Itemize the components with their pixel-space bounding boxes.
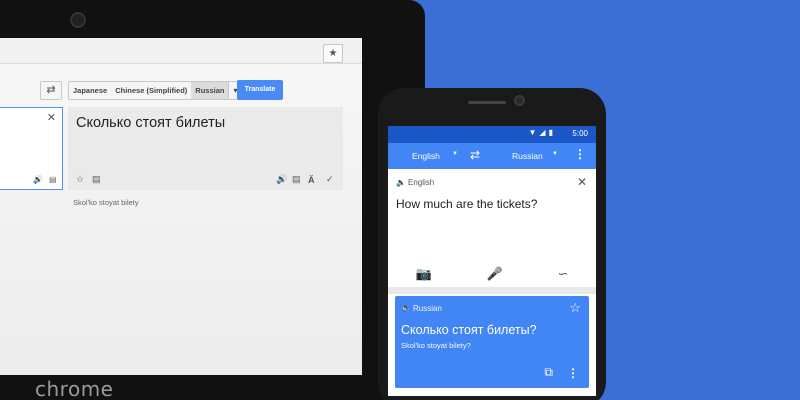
font-style-icon[interactable]: Ä [308, 175, 315, 185]
speaker-icon[interactable]: 🔈 [401, 303, 411, 312]
status-time: 5:00 [572, 129, 588, 138]
keyboard-icon[interactable]: ▤ [292, 174, 301, 185]
browser-toolbar: ★ [0, 38, 362, 64]
close-icon[interactable]: ✕ [577, 175, 587, 189]
check-icon[interactable]: ✓ [326, 174, 334, 185]
keyboard-icon[interactable]: ▤ [49, 175, 57, 184]
lang-tab-japanese[interactable]: Japanese [69, 82, 111, 99]
document-icon[interactable]: ▤ [92, 174, 101, 185]
more-options-icon[interactable]: ⋮ [567, 366, 579, 380]
android-phone: ▼◢▮ 5:00 English ▼ ⇄ Russian ▼ ⋮ 🔈 Engli… [378, 88, 606, 400]
translation-output-text: Сколько стоят билеты [76, 115, 226, 131]
laptop-camera [70, 12, 86, 28]
lang-tab-chinese[interactable]: Chinese (Simplified) [111, 82, 191, 99]
input-text[interactable]: How much are the tickets? [396, 197, 537, 211]
status-bar: ▼◢▮ 5:00 [388, 126, 596, 143]
chevron-down-icon[interactable]: ▼ [452, 151, 458, 157]
input-card[interactable]: 🔈 English ✕ How much are the tickets? 📷 … [388, 169, 596, 287]
handwriting-icon[interactable]: ∽ [558, 266, 569, 282]
lang-tab-russian[interactable]: Russian [191, 82, 229, 99]
microphone-icon[interactable]: 🎤 [487, 266, 503, 282]
close-icon[interactable]: ✕ [47, 111, 56, 124]
more-options-icon[interactable]: ⋮ [574, 147, 586, 161]
star-icon[interactable]: ☆ [569, 300, 581, 316]
result-transliteration: Skol'ko stoyat bilety? [401, 341, 471, 350]
camera-icon[interactable]: 📷 [415, 266, 431, 282]
chrome-logo-text: chrome [35, 377, 114, 400]
language-selector-bar: English ▼ ⇄ Russian ▼ ⋮ [388, 143, 596, 169]
input-language-label: English [408, 178, 435, 187]
speaker-icon[interactable]: 🔈 [396, 178, 406, 187]
translation-output-box: Сколько стоят билеты ☆ ▤ 🔊 ▤ Ä ✓ [68, 107, 343, 190]
star-icon[interactable]: ☆ [76, 174, 84, 185]
chevron-down-icon[interactable]: ▼ [552, 151, 558, 157]
input-tools: 📷 🎤 ∽ [388, 261, 596, 287]
copy-icon[interactable]: ⧉ [544, 365, 553, 380]
phone-camera [514, 95, 525, 106]
result-language-label: Russian [413, 304, 442, 313]
transliteration-text: Skol'ko stoyat bilety [73, 198, 139, 207]
extension-icon[interactable]: ★ [323, 44, 343, 63]
swap-languages-icon[interactable]: ⇄ [40, 81, 62, 100]
speaker-icon[interactable]: 🔊 [276, 174, 287, 185]
speaker-icon[interactable]: 🔊 [33, 175, 43, 184]
target-language-select[interactable]: Russian [512, 151, 543, 161]
chromebook-laptop: ★ ⇄ Japanese Chinese (Simplified) Russia… [0, 0, 425, 400]
translate-button[interactable]: Translate [237, 80, 283, 100]
phone-screen: ▼◢▮ 5:00 English ▼ ⇄ Russian ▼ ⋮ 🔈 Engli… [388, 126, 596, 396]
swap-languages-icon[interactable]: ⇄ [470, 148, 480, 162]
translation-result-card: 🔈 Russian ☆ Сколько стоят билеты? Skol'k… [395, 296, 589, 388]
result-text: Сколько стоят билеты? [401, 323, 537, 337]
phone-speaker [468, 101, 506, 104]
target-language-tabs: Japanese Chinese (Simplified) Russian ▾ [68, 81, 243, 100]
source-language-select[interactable]: English [412, 151, 440, 161]
divider [388, 287, 596, 294]
source-text-box[interactable]: ✕ 🔊 ▤ [0, 107, 63, 190]
laptop-screen: ★ ⇄ Japanese Chinese (Simplified) Russia… [0, 38, 362, 375]
signal-icon: ▼◢▮ [528, 128, 556, 137]
